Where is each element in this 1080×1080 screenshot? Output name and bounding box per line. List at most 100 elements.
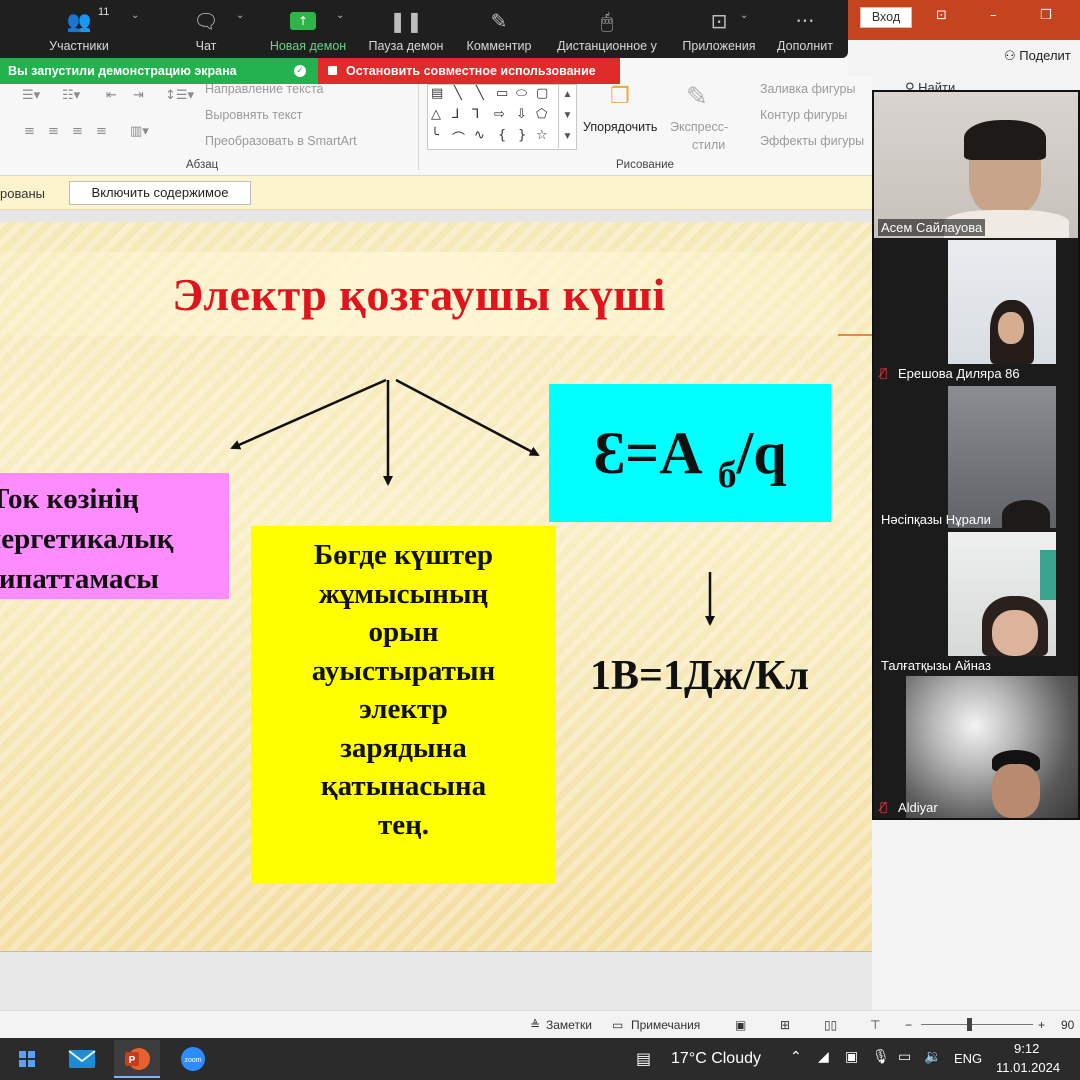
taskbar-powerpoint[interactable]: P bbox=[114, 1040, 160, 1078]
notes-button[interactable]: Заметки bbox=[546, 1018, 592, 1032]
gallery-scroll-down-icon[interactable]: ▼ bbox=[558, 106, 576, 127]
shape-arc-icon[interactable]: ⌒ bbox=[452, 128, 465, 147]
definition-line: тең. bbox=[377, 808, 430, 841]
line-spacing-icon[interactable]: ↕☰▾ bbox=[165, 88, 194, 103]
quick-styles-label-2: стили bbox=[692, 138, 726, 152]
participants-button[interactable]: 👥 11 Участники bbox=[40, 0, 118, 58]
volume-icon[interactable]: 🔉 bbox=[924, 1049, 941, 1065]
shape-arrow-right-icon[interactable]: ⇨ bbox=[494, 107, 505, 122]
increase-indent-icon[interactable]: ⇥ bbox=[133, 88, 144, 103]
more-button[interactable]: ··· Дополнит bbox=[770, 0, 840, 58]
quick-styles-button[interactable]: Экспресс- bbox=[670, 120, 728, 134]
normal-view-icon[interactable]: ▣ bbox=[735, 1018, 746, 1032]
stop-share-button[interactable]: Остановить совместное использование bbox=[318, 58, 620, 84]
weather-icon[interactable]: ▤ bbox=[636, 1049, 651, 1068]
shape-arrow-down-icon[interactable]: ⇩ bbox=[516, 107, 527, 122]
shape-effects-button[interactable]: Эффекты фигуры bbox=[760, 134, 864, 148]
gallery-scroll-up-icon[interactable]: ▲ bbox=[558, 85, 576, 106]
reading-view-icon[interactable]: ▯▯ bbox=[824, 1018, 837, 1032]
text-direction-button[interactable]: Направление текста bbox=[205, 82, 324, 96]
unit-formula[interactable]: 1В=1Дж/Кл bbox=[590, 652, 809, 700]
zoom-in-icon[interactable]: + bbox=[1038, 1018, 1045, 1032]
clock-date[interactable]: 11.01.2024 bbox=[996, 1060, 1060, 1075]
minimize-icon[interactable]: – bbox=[990, 8, 997, 23]
align-center-icon[interactable]: ≡ bbox=[48, 124, 59, 139]
apps-chevron-down-icon[interactable]: ⌄ bbox=[740, 10, 748, 21]
show-hidden-icons-icon[interactable]: ⌃ bbox=[790, 1049, 802, 1065]
shape-star-icon[interactable]: ☆ bbox=[536, 128, 548, 143]
shape-fill-button[interactable]: Заливка фигуры bbox=[760, 82, 855, 96]
taskbar-mail[interactable] bbox=[59, 1040, 105, 1078]
video-tile[interactable]: Асем Сайлауова bbox=[874, 92, 1078, 238]
shape-elbow-icon[interactable]: ⅃ bbox=[452, 107, 459, 122]
video-tile[interactable]: 🎙̸ Ерешова Диляра 86 bbox=[874, 238, 1078, 384]
shape-brace-left-icon[interactable]: { bbox=[498, 128, 506, 143]
shape-line2-icon[interactable]: ╲ bbox=[476, 86, 484, 101]
video-gallery-panel[interactable]: Асем Сайлауова 🎙̸ Ерешова Диляра 86 Нәсі… bbox=[872, 90, 1080, 820]
shape-wave-icon[interactable]: ∿ bbox=[474, 128, 485, 143]
shape-oval-icon[interactable]: ⬭ bbox=[516, 86, 527, 101]
chat-button[interactable]: 🗨 Чат bbox=[180, 0, 232, 58]
shape-rounded-rect-icon[interactable]: ▢ bbox=[536, 86, 548, 101]
clock-time[interactable]: 9:12 bbox=[1014, 1041, 1039, 1056]
remote-control-button[interactable]: 🖱 Дистанционное у bbox=[548, 0, 666, 58]
video-tile[interactable]: Талғатқызы Айназ bbox=[874, 530, 1078, 676]
bullets-icon[interactable]: ☰▾ bbox=[22, 88, 40, 103]
align-right-icon[interactable]: ≡ bbox=[72, 124, 83, 139]
columns-icon[interactable]: ▥▾ bbox=[130, 124, 149, 139]
definition-box[interactable]: Бөгде күштер жұмысының орын ауыстыратын … bbox=[251, 526, 556, 884]
shape-triangle-icon[interactable]: △ bbox=[431, 107, 441, 122]
ribbon-display-options-icon[interactable]: ⊡ bbox=[936, 8, 947, 23]
arrange-button[interactable]: Упорядочить bbox=[583, 120, 657, 134]
start-button[interactable] bbox=[4, 1040, 50, 1078]
annotate-button[interactable]: ✎ Комментир bbox=[458, 0, 540, 58]
zoom-slider[interactable] bbox=[921, 1024, 1033, 1025]
align-text-button[interactable]: Выровнять текст bbox=[205, 108, 302, 122]
shape-elbow2-icon[interactable]: ⅂ bbox=[472, 107, 479, 122]
align-left-icon[interactable]: ≡ bbox=[24, 124, 35, 139]
shape-line-icon[interactable]: ╲ bbox=[454, 86, 462, 101]
zoom-level[interactable]: 90 bbox=[1061, 1018, 1074, 1032]
participant-name: Талғатқызы Айназ bbox=[881, 658, 991, 673]
share-document-button[interactable]: ⚇ Поделит bbox=[1004, 48, 1071, 64]
shape-textbox-icon[interactable]: ▤ bbox=[431, 86, 443, 101]
emf-formula-box[interactable]: Ɛ=А б/q bbox=[549, 384, 831, 522]
weather-text[interactable]: 17°C Cloudy bbox=[671, 1050, 761, 1068]
participants-chevron-down-icon[interactable]: ⌄ bbox=[131, 10, 139, 21]
enable-content-button[interactable]: Включить содержимое bbox=[69, 181, 251, 205]
convert-smartart-button[interactable]: Преобразовать в SmartArt bbox=[205, 134, 357, 148]
video-tile[interactable]: Нәсіпқазы Нұрали bbox=[874, 384, 1078, 530]
shape-outline-button[interactable]: Контур фигуры bbox=[760, 108, 847, 122]
share-chevron-down-icon[interactable]: ⌄ bbox=[336, 10, 344, 21]
shape-rect-icon[interactable]: ▭ bbox=[496, 86, 508, 101]
shape-curve-icon[interactable]: ╰ bbox=[431, 128, 439, 143]
shape-brace-right-icon[interactable]: } bbox=[518, 128, 526, 143]
slide-sorter-icon[interactable]: ⊞ bbox=[780, 1018, 790, 1032]
justify-icon[interactable]: ≡ bbox=[96, 124, 107, 139]
network-icon[interactable]: ◢ bbox=[818, 1049, 829, 1065]
decrease-indent-icon[interactable]: ⇤ bbox=[106, 88, 117, 103]
taskbar-zoom[interactable]: zoom bbox=[170, 1040, 216, 1078]
language-indicator[interactable]: ENG bbox=[954, 1051, 982, 1066]
slideshow-icon[interactable]: ⊤ bbox=[870, 1018, 880, 1032]
gallery-more-icon[interactable]: ▼ bbox=[558, 127, 576, 148]
zoom-slider-thumb[interactable] bbox=[967, 1018, 972, 1031]
numbering-icon[interactable]: ☷▾ bbox=[62, 88, 80, 103]
slide-canvas[interactable]: Электр қозғаушы күші Ток көзінің энергет… bbox=[0, 222, 872, 952]
comments-button[interactable]: Примечания bbox=[631, 1018, 700, 1032]
zoom-out-icon[interactable]: − bbox=[905, 1018, 912, 1032]
video-tile[interactable]: 🎙̸ Aldiyar bbox=[874, 676, 1078, 818]
sign-in-button[interactable]: Вход bbox=[860, 7, 912, 28]
battery-icon[interactable]: ▭ bbox=[898, 1049, 911, 1065]
camera-tray-icon[interactable]: ▣ bbox=[845, 1049, 858, 1065]
chat-chevron-down-icon[interactable]: ⌄ bbox=[236, 10, 244, 21]
pause-share-button[interactable]: ❚❚ Пауза демон bbox=[362, 0, 450, 58]
microphone-tray-icon[interactable]: 🎙 bbox=[872, 1049, 890, 1065]
shapes-gallery[interactable]: ▤ ╲ ╲ ▭ ⬭ ▢ △ ⅃ ⅂ ⇨ ⇩ ⬠ ╰ ⌒ ∿ { } ☆ ▲ ▼ … bbox=[427, 84, 577, 150]
shape-pentagon-icon[interactable]: ⬠ bbox=[536, 107, 547, 122]
restore-icon[interactable]: ❐ bbox=[1040, 8, 1052, 23]
apps-button[interactable]: ⊡ Приложения bbox=[676, 0, 762, 58]
zoom-app-icon: zoom bbox=[181, 1047, 205, 1071]
energy-characteristic-box[interactable]: Ток көзінің энергетикалық сипаттамасы bbox=[0, 473, 229, 599]
new-share-button[interactable]: ↑ Новая демон bbox=[262, 0, 354, 58]
